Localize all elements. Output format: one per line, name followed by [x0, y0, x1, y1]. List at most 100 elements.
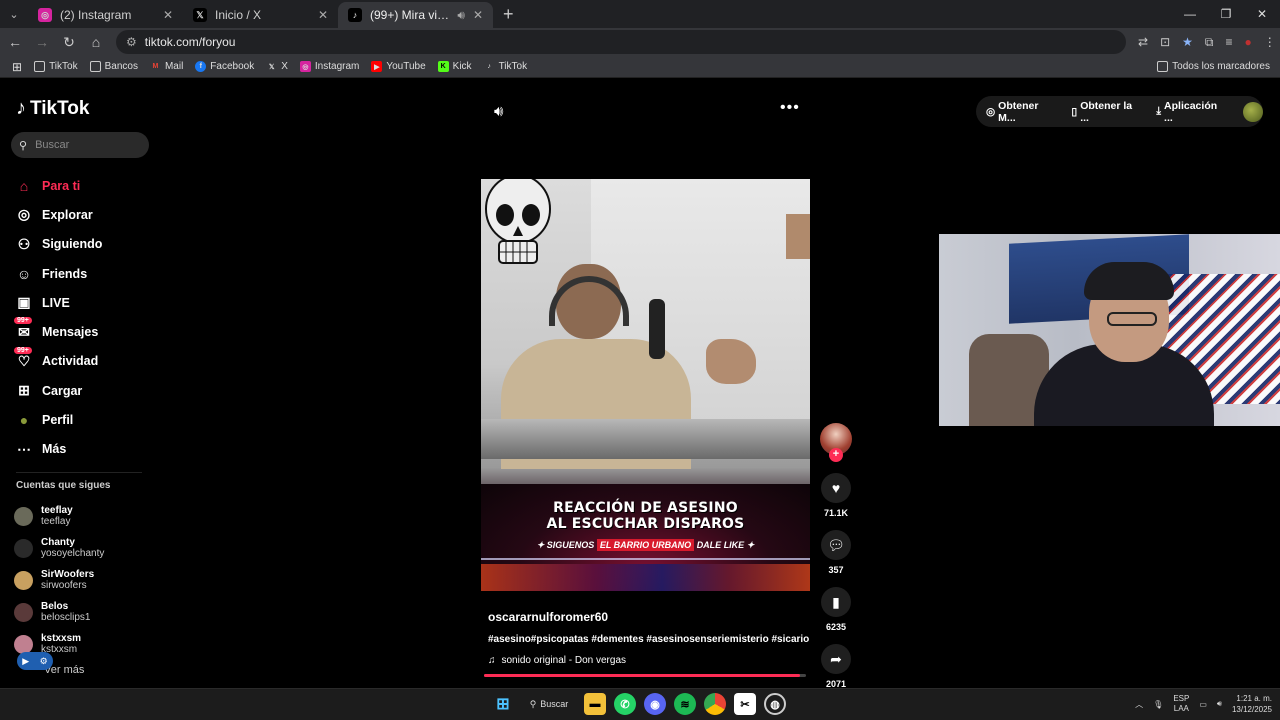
- close-icon[interactable]: ✕: [473, 8, 483, 22]
- language-indicator[interactable]: ESP LAA: [1173, 694, 1189, 714]
- bookmark-tiktok-folder[interactable]: TikTok: [34, 61, 78, 72]
- play-icon: ▶: [22, 655, 30, 666]
- list-item[interactable]: Chanty yosoyelchanty: [14, 532, 104, 564]
- sidebar-item-explorar[interactable]: ◎ Explorar: [16, 200, 102, 229]
- comment-icon[interactable]: 💬︎: [821, 530, 851, 560]
- close-window-button[interactable]: ✕: [1244, 0, 1280, 28]
- file-explorer-icon[interactable]: ▬: [584, 693, 606, 715]
- tab-search-button[interactable]: ⌄: [0, 0, 28, 28]
- bookmark-mail[interactable]: M Mail: [150, 61, 184, 72]
- get-app-button[interactable]: ▯ Obtener la ...: [1071, 100, 1142, 124]
- all-bookmarks[interactable]: Todos los marcadores: [1157, 61, 1270, 72]
- sidebar-item-siguiendo[interactable]: ⚇ Siguiendo: [16, 230, 103, 259]
- creator-avatar[interactable]: +: [820, 423, 852, 462]
- desktop-app-button[interactable]: ⤓ Aplicación ...: [1156, 100, 1227, 124]
- close-icon[interactable]: ✕: [163, 8, 173, 22]
- avatar: [14, 506, 33, 526]
- windows-start-icon[interactable]: ⊞: [492, 693, 514, 715]
- share-icon[interactable]: ➦: [821, 644, 851, 674]
- speaker-icon[interactable]: 🔊︎: [457, 8, 465, 23]
- search-input[interactable]: ⚲ Buscar: [11, 132, 149, 158]
- display-icon[interactable]: ▭: [1199, 700, 1207, 709]
- banner-title-line: AL ESCUCHAR DISPAROS: [546, 516, 745, 532]
- notification-badge: 99+: [14, 317, 32, 325]
- bookmark-facebook[interactable]: f Facebook: [195, 61, 254, 72]
- activity-icon: ♡: [17, 352, 31, 369]
- tab-x[interactable]: 𝕏 Inicio / X ✕: [183, 2, 338, 28]
- home-button[interactable]: ⌂: [84, 34, 108, 50]
- media-control-icon[interactable]: ≡: [1225, 35, 1232, 50]
- chrome-icon[interactable]: [704, 693, 726, 715]
- heart-icon[interactable]: ♥: [821, 473, 851, 503]
- bookmark-icon[interactable]: ▮: [821, 587, 851, 617]
- bookmark-instagram[interactable]: ◎ Instagram: [299, 61, 359, 72]
- bookmark-kick[interactable]: K Kick: [437, 61, 472, 72]
- install-app-icon[interactable]: ⊡: [1160, 35, 1170, 50]
- profile-icon[interactable]: ●: [1244, 35, 1251, 50]
- date: 13/12/2025: [1231, 705, 1272, 714]
- spotify-icon[interactable]: ≋: [674, 693, 696, 715]
- restore-button[interactable]: ❐: [1208, 0, 1244, 28]
- bookmark-bancos[interactable]: Bancos: [89, 61, 138, 72]
- capcut-icon[interactable]: ✂: [734, 693, 756, 715]
- bookmark-star-icon[interactable]: ★: [1182, 35, 1193, 50]
- list-item[interactable]: SirWoofers sirwoofers: [14, 564, 104, 596]
- video-player[interactable]: REACCIÓN DE ASESINO AL ESCUCHAR DISPAROS…: [481, 179, 810, 591]
- video-progress-bar[interactable]: [484, 674, 806, 677]
- video-sound[interactable]: ♫ sonido original - Don vergas: [488, 655, 626, 666]
- youtube-icon: ▶: [371, 61, 383, 72]
- discord-icon[interactable]: ◉: [644, 693, 666, 715]
- comment-count: 357: [828, 565, 844, 575]
- speaker-icon[interactable]: 🔊︎: [1217, 699, 1222, 709]
- address-bar[interactable]: ⚙ tiktok.com/foryou: [116, 30, 1126, 54]
- chevron-up-icon[interactable]: ︿: [1135, 699, 1143, 710]
- notification-badge: 99+: [14, 346, 32, 354]
- tiktok-logo[interactable]: ♪ TikTok: [16, 97, 89, 120]
- tiktok-icon: ♪: [348, 8, 362, 22]
- sidebar-item-para-ti[interactable]: ⌂ Para ti: [16, 171, 102, 200]
- browser-toolbar: ← → ↻ ⌂ ⚙ tiktok.com/foryou ⇄ ⊡ ★ ⧉ ≡ ● …: [0, 28, 1280, 56]
- bookmark-tiktok[interactable]: ♪ TikTok: [484, 61, 527, 72]
- video-author[interactable]: oscararnulforomer60: [488, 610, 608, 624]
- sidebar-item-mas[interactable]: ⋯ Más: [16, 435, 102, 464]
- tab-instagram[interactable]: ◎ (2) Instagram ✕: [28, 2, 183, 28]
- tab-tiktok[interactable]: ♪ (99+) Mira videos populares 🔊︎ ✕: [338, 2, 493, 28]
- banner-highlight: EL BARRIO URBANO: [596, 539, 695, 551]
- more-options-icon[interactable]: •••: [780, 99, 800, 117]
- follow-plus-icon[interactable]: +: [829, 448, 843, 462]
- bookmark-youtube[interactable]: ▶ YouTube: [371, 61, 426, 72]
- sidebar-item-friends[interactable]: ☺ Friends: [16, 259, 102, 288]
- menu-icon[interactable]: ⋮: [1264, 35, 1276, 50]
- back-button[interactable]: ←: [3, 34, 27, 50]
- sidebar-item-cargar[interactable]: ⊞ Cargar: [16, 376, 102, 405]
- site-info-icon[interactable]: ⚙: [126, 35, 137, 49]
- sidebar-item-live[interactable]: ▣ LIVE: [16, 288, 102, 317]
- list-item[interactable]: teeflay teeflay: [14, 500, 104, 532]
- new-tab-button[interactable]: +: [503, 4, 514, 25]
- taskbar-search[interactable]: ⚲ Buscar: [522, 692, 576, 716]
- apps-icon[interactable]: ⊞: [12, 60, 22, 74]
- clock[interactable]: 1:21 a. m. 13/12/2025: [1232, 693, 1272, 715]
- video-hashtags[interactable]: #asesino#psicopatas #dementes #asesinose…: [488, 634, 809, 645]
- microphone-icon[interactable]: 🎙︎: [1153, 700, 1163, 709]
- sidebar-item-actividad[interactable]: ♡ 99+ Actividad: [14, 346, 102, 376]
- volume-icon[interactable]: 🔊︎: [494, 103, 503, 120]
- extensions-icon[interactable]: ⧉: [1205, 35, 1214, 50]
- bookmark-x[interactable]: 𝕏X: [266, 61, 288, 72]
- translate-icon[interactable]: ⇄: [1138, 35, 1148, 50]
- reload-button[interactable]: ↻: [57, 34, 81, 51]
- whatsapp-icon[interactable]: ✆: [614, 693, 636, 715]
- avatar[interactable]: [1243, 101, 1263, 122]
- obs-icon[interactable]: ◍: [764, 693, 786, 715]
- sidebar-item-mensajes[interactable]: ✉ 99+ Mensajes: [14, 317, 102, 346]
- settings-icon: ⚙: [39, 655, 48, 666]
- minimize-button[interactable]: —: [1172, 0, 1208, 28]
- close-icon[interactable]: ✕: [318, 8, 328, 22]
- forward-button[interactable]: →: [30, 34, 54, 50]
- folder-icon: [89, 61, 101, 72]
- list-item[interactable]: Belos belosclips1: [14, 596, 104, 628]
- floating-widget[interactable]: ▶ ⚙: [17, 652, 53, 670]
- sidebar-item-perfil[interactable]: ● Perfil: [16, 405, 102, 434]
- get-coins-button[interactable]: ◎ Obtener M...: [986, 100, 1057, 124]
- tiktok-page: ♪ TikTok ⚲ Buscar ⌂ Para ti ◎ Explorar ⚇ Si…: [0, 79, 1280, 689]
